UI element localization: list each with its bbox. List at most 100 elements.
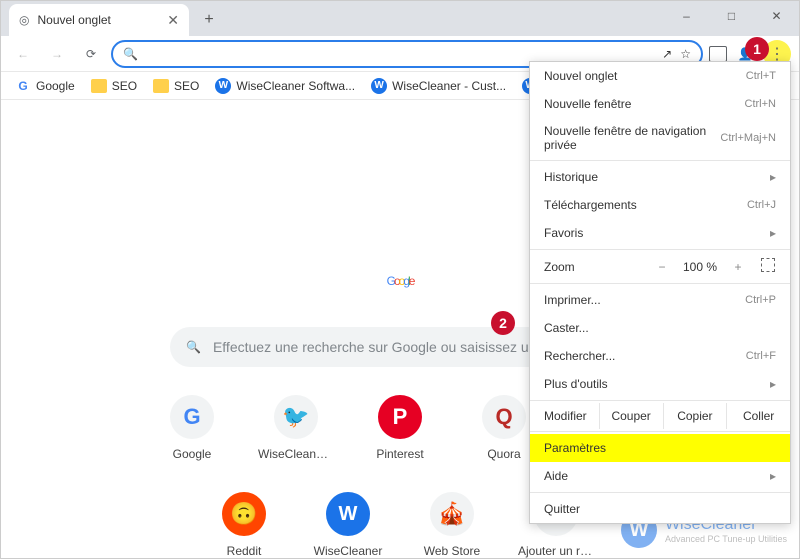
- menu-cut[interactable]: Couper: [599, 403, 663, 429]
- back-button[interactable]: ←: [9, 40, 37, 68]
- fullscreen-button[interactable]: [756, 258, 780, 275]
- menu-label: Paramètres: [544, 441, 606, 455]
- share-icon[interactable]: ↗: [662, 47, 672, 61]
- shortcut-icon: W: [326, 492, 370, 536]
- shortcut-wisecleaner[interactable]: W WiseCleaner: [310, 492, 386, 558]
- star-icon[interactable]: ☆: [680, 47, 691, 61]
- bookmark-seo-1[interactable]: SEO: [85, 74, 143, 98]
- shortcut-label: Ajouter un ra...: [518, 544, 594, 558]
- shortcut-google[interactable]: G Google: [154, 395, 230, 464]
- wisecleaner-icon: W: [371, 78, 387, 94]
- bookmark-label: Google: [36, 79, 75, 93]
- menu-zoom: Zoom − 100 % +: [530, 252, 790, 281]
- menu-label: Imprimer...: [544, 293, 601, 307]
- zoom-out-button[interactable]: −: [650, 260, 674, 274]
- shortcut-label: WiseCleaner: [310, 544, 386, 558]
- folder-icon: [153, 79, 169, 93]
- menu-label: Téléchargements: [544, 198, 637, 212]
- window-close[interactable]: ✕: [754, 1, 799, 31]
- menu-shortcut: Ctrl+J: [747, 199, 776, 211]
- menu-favorites[interactable]: Favoris▸: [530, 219, 790, 247]
- menu-separator: [530, 249, 790, 250]
- search-icon: 🔍: [186, 340, 201, 354]
- forward-button[interactable]: →: [43, 40, 71, 68]
- address-input[interactable]: [146, 46, 654, 62]
- menu-copy[interactable]: Copier: [663, 403, 727, 429]
- shortcut-pinterest[interactable]: P Pinterest: [362, 395, 438, 464]
- menu-quit[interactable]: Quitter: [530, 495, 790, 523]
- bookmark-seo-2[interactable]: SEO: [147, 74, 205, 98]
- menu-edit-row: Modifier Couper Copier Coller: [530, 403, 790, 429]
- chevron-right-icon: ▸: [770, 226, 776, 240]
- reload-button[interactable]: ⟳: [77, 40, 105, 68]
- folder-icon: [91, 79, 107, 93]
- wisecleaner-icon: W: [215, 78, 231, 94]
- shortcut-webstore[interactable]: 🎪 Web Store: [414, 492, 490, 558]
- menu-shortcut: Ctrl+T: [746, 70, 776, 82]
- menu-separator: [530, 160, 790, 161]
- menu-label: Zoom: [544, 260, 644, 274]
- menu-settings[interactable]: Paramètres: [530, 434, 790, 462]
- close-icon[interactable]: ✕: [167, 12, 179, 29]
- shortcut-label: Pinterest: [362, 447, 438, 461]
- watermark-subtitle: Advanced PC Tune-up Utilities: [665, 534, 787, 544]
- menu-separator: [530, 431, 790, 432]
- menu-new-tab[interactable]: Nouvel ongletCtrl+T: [530, 62, 790, 90]
- menu-label: Historique: [544, 170, 598, 184]
- search-icon: 🔍: [123, 47, 138, 61]
- sidepanel-button[interactable]: [709, 46, 727, 62]
- shortcut-label: WiseCleaner ...: [258, 447, 334, 461]
- menu-cast[interactable]: Caster...: [530, 314, 790, 342]
- chevron-right-icon: ▸: [770, 469, 776, 483]
- menu-more-tools[interactable]: Plus d'outils ▸: [530, 370, 790, 398]
- menu-separator: [530, 492, 790, 493]
- shortcut-icon: G: [170, 395, 214, 439]
- shortcut-label: Google: [154, 447, 230, 461]
- window-minimize[interactable]: –: [664, 1, 709, 31]
- menu-label: Plus d'outils: [544, 377, 608, 391]
- tab-favicon: ◎: [19, 13, 29, 27]
- menu-print[interactable]: Imprimer...Ctrl+P: [530, 286, 790, 314]
- menu-paste[interactable]: Coller: [726, 403, 790, 429]
- shortcut-icon: 🐦: [274, 395, 318, 439]
- bookmark-label: SEO: [174, 79, 199, 93]
- new-tab-button[interactable]: +: [195, 6, 223, 34]
- shortcut-icon: 🙃: [222, 492, 266, 536]
- annotation-badge-2: 2: [491, 311, 515, 335]
- tab-active[interactable]: ◎ Nouvel onglet ✕: [9, 4, 189, 36]
- shortcut-icon: Q: [482, 395, 526, 439]
- bookmark-label: SEO: [112, 79, 137, 93]
- shortcut-icon: 🎪: [430, 492, 474, 536]
- search-placeholder: Effectuez une recherche sur Google ou sa…: [213, 339, 576, 355]
- menu-label: Rechercher...: [544, 349, 615, 363]
- menu-label: Nouvelle fenêtre: [544, 97, 631, 111]
- bookmark-wc-2[interactable]: WWiseCleaner - Cust...: [365, 74, 512, 98]
- menu-shortcut: Ctrl+F: [746, 350, 776, 362]
- menu-find[interactable]: Rechercher... Ctrl+F: [530, 342, 790, 370]
- bookmark-google[interactable]: G Google: [9, 74, 81, 98]
- window-maximize[interactable]: □: [709, 1, 754, 31]
- menu-history[interactable]: Historique▸: [530, 163, 790, 191]
- menu-label: Modifier: [530, 403, 599, 429]
- menu-label: Caster...: [544, 321, 589, 335]
- shortcut-label: Reddit: [206, 544, 282, 558]
- menu-help[interactable]: Aide ▸: [530, 462, 790, 490]
- shortcut-reddit[interactable]: 🙃 Reddit: [206, 492, 282, 558]
- bookmark-wc-1[interactable]: WWiseCleaner Softwa...: [209, 74, 361, 98]
- google-icon: G: [15, 78, 31, 94]
- chevron-right-icon: ▸: [770, 377, 776, 391]
- menu-downloads[interactable]: Téléchargements Ctrl+J: [530, 191, 790, 219]
- menu-shortcut: Ctrl+N: [745, 98, 776, 110]
- menu-label: Aide: [544, 469, 568, 483]
- menu-label: Nouvelle fenêtre de navigation privée: [544, 124, 720, 152]
- menu-new-window[interactable]: Nouvelle fenêtre Ctrl+N: [530, 90, 790, 118]
- chrome-menu: Nouvel ongletCtrl+T Nouvelle fenêtre Ctrl…: [529, 61, 791, 524]
- zoom-value: 100 %: [680, 260, 720, 274]
- shortcut-label: Web Store: [414, 544, 490, 558]
- tab-title: Nouvel onglet: [37, 13, 159, 27]
- shortcut-icon: P: [378, 395, 422, 439]
- menu-incognito[interactable]: Nouvelle fenêtre de navigation privéeCtr…: [530, 118, 790, 158]
- zoom-in-button[interactable]: +: [726, 260, 750, 274]
- menu-separator: [530, 283, 790, 284]
- shortcut-wisecleaner-twitter[interactable]: 🐦 WiseCleaner ...: [258, 395, 334, 464]
